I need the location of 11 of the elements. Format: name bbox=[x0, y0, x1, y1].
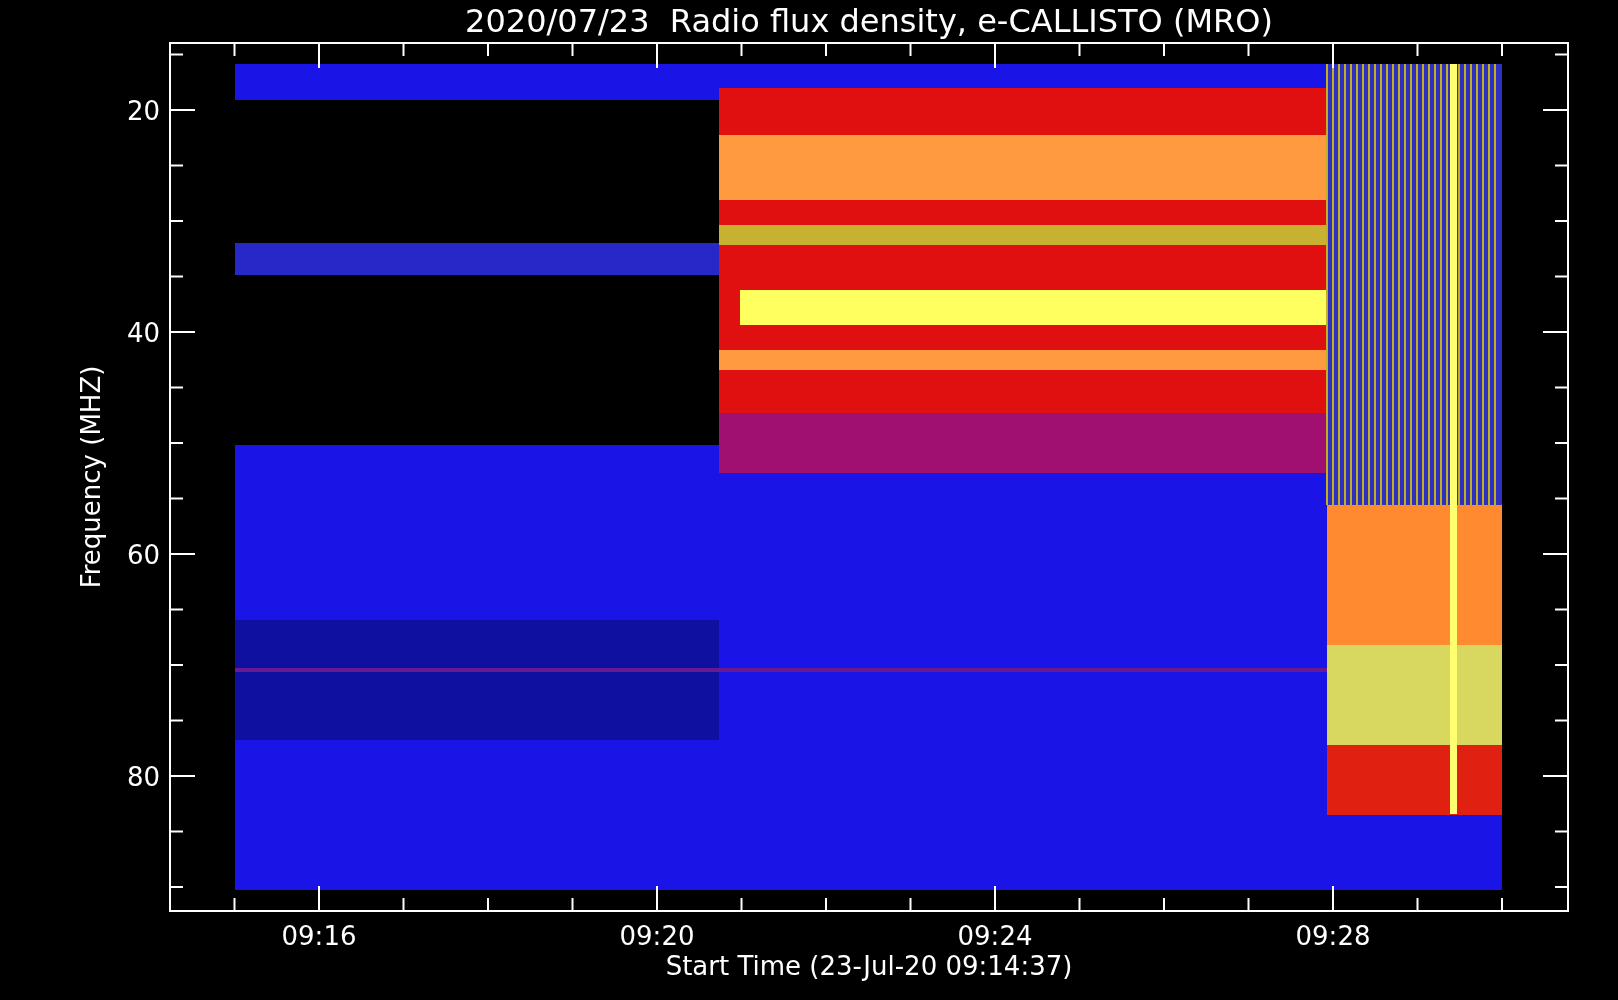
x-tick-label: 09:28 bbox=[1295, 921, 1371, 951]
y-tick-label: 80 bbox=[126, 762, 160, 792]
y-tick-label: 60 bbox=[126, 540, 160, 570]
y-tick-label: 20 bbox=[126, 96, 160, 126]
x-tick-label: 09:24 bbox=[957, 921, 1033, 951]
x-axis-label: Start Time (23-Jul-20 09:14:37) bbox=[665, 951, 1073, 981]
x-tick-label: 09:16 bbox=[281, 921, 357, 951]
chart-title: 2020/07/23 Radio flux density, e-CALLISTO (MRO) bbox=[465, 2, 1273, 40]
y-axis-label: Frequency (MHZ) bbox=[76, 365, 106, 589]
y-tick-label: 40 bbox=[126, 318, 160, 348]
x-tick-label: 09:20 bbox=[619, 921, 695, 951]
